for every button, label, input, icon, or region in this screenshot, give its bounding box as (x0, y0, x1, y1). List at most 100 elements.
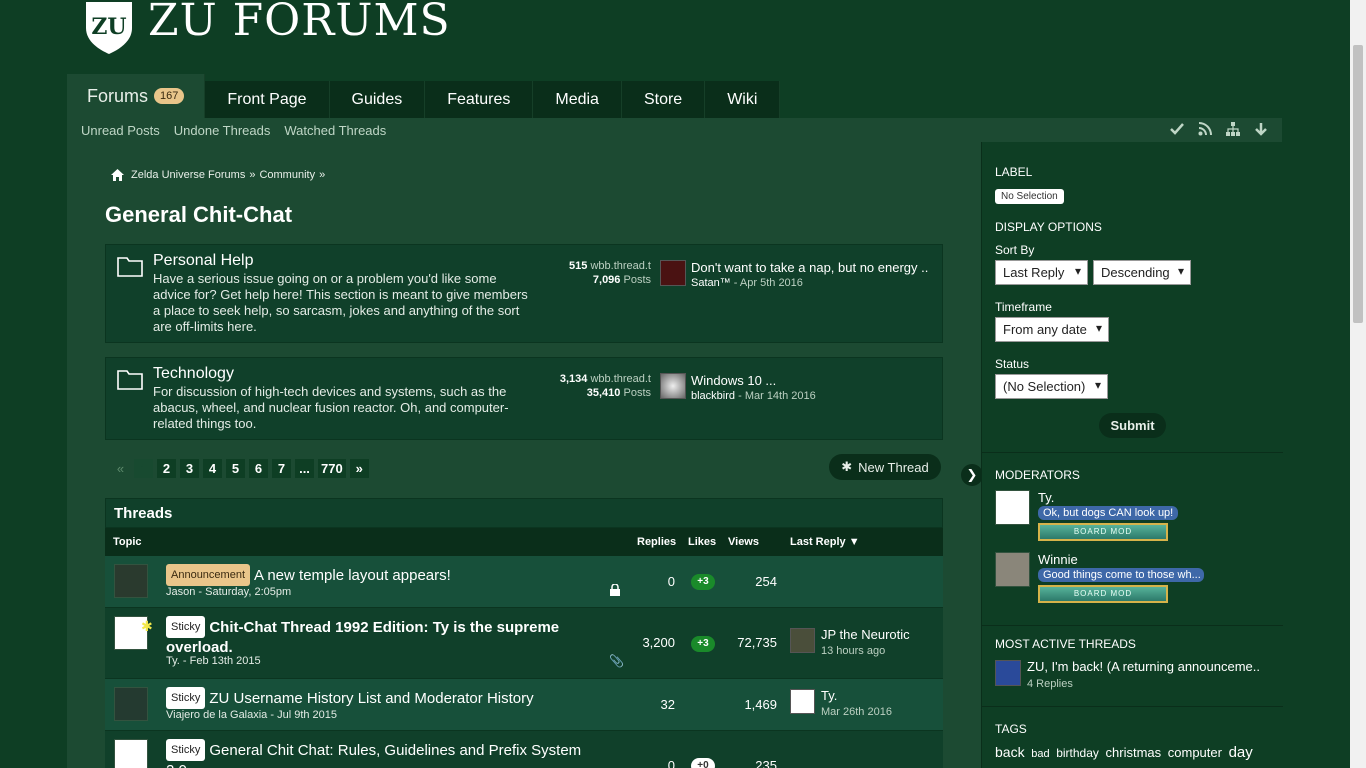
rss-icon[interactable] (1198, 122, 1212, 136)
submit-button[interactable]: Submit (1099, 413, 1166, 438)
page-link[interactable]: 6 (249, 459, 268, 478)
check-icon[interactable] (1170, 122, 1184, 136)
tab-media[interactable]: Media (533, 81, 622, 118)
active-thread-title[interactable]: ZU, I'm back! (A returning announceme.. (1027, 659, 1272, 674)
col-last-reply[interactable]: Last Reply ▼ (790, 536, 860, 548)
collapse-sidebar-chevron-icon[interactable]: ❯ (961, 464, 983, 486)
col-topic[interactable]: Topic (113, 536, 142, 548)
tab-forums[interactable]: Forums 167 (67, 74, 206, 118)
undone-threads-link[interactable]: Undone Threads (174, 123, 271, 138)
reply-count: 0 (667, 758, 675, 768)
tag-link[interactable]: back (995, 744, 1025, 760)
page-link[interactable]: 3 (180, 459, 199, 478)
avatar[interactable] (114, 687, 148, 721)
last-reply-avatar[interactable] (790, 628, 815, 653)
breadcrumb-separator: » (319, 169, 326, 181)
table-row[interactable]: Sticky ZU Username History List and Moder… (105, 679, 943, 731)
last-post-avatar[interactable] (660, 260, 686, 286)
avatar[interactable] (995, 552, 1030, 587)
breadcrumb-community[interactable]: Community (259, 169, 315, 181)
sort-order-select[interactable]: Descending (1093, 260, 1191, 285)
prefix-badge: Sticky (166, 687, 206, 709)
table-row[interactable]: Sticky General Chit Chat: Rules, Guidelin… (105, 731, 943, 768)
tag-link[interactable]: birthday (1056, 746, 1099, 760)
tab-store[interactable]: Store (621, 81, 706, 118)
tab-guides[interactable]: Guides (329, 81, 426, 118)
subforum-description: For discussion of high-tech devices and … (153, 384, 509, 431)
watched-threads-link[interactable]: Watched Threads (284, 123, 386, 138)
divider (982, 625, 1283, 626)
page-link[interactable]: 7 (272, 459, 291, 478)
thread-title[interactable]: ZU Username History List and Moderator H… (209, 690, 533, 707)
last-post-title[interactable]: Windows 10 ... (691, 373, 941, 388)
sitemap-icon[interactable] (1226, 122, 1240, 136)
subforum-name[interactable]: Technology (153, 365, 234, 383)
thread-title[interactable]: Chit-Chat Thread 1992 Edition: Ty is the… (166, 619, 559, 656)
status-select[interactable]: (No Selection) (995, 374, 1108, 399)
page-link[interactable]: 5 (226, 459, 245, 478)
tab-wiki[interactable]: Wiki (705, 81, 781, 118)
tab-front-page[interactable]: Front Page (205, 81, 330, 118)
page-link[interactable]: 2 (157, 459, 176, 478)
tag-link[interactable]: bad (1031, 748, 1049, 760)
moderator-name[interactable]: Ty. (1038, 490, 1054, 505)
avatar[interactable] (995, 490, 1030, 525)
last-post-avatar[interactable] (660, 373, 686, 399)
breadcrumb-zelda-universe-forums[interactable]: Zelda Universe Forums (131, 169, 245, 181)
arrow-down-icon[interactable] (1254, 122, 1268, 136)
last-post-title[interactable]: Don't want to take a nap, but no energy … (691, 260, 941, 275)
site-logo[interactable]: ZU ZU FORUMS (82, 0, 451, 56)
label-selection[interactable]: No Selection (995, 189, 1064, 204)
tab-features[interactable]: Features (425, 81, 534, 118)
like-badge: +3 (691, 636, 715, 652)
page-last[interactable]: 770 (318, 459, 346, 478)
col-likes[interactable]: Likes (688, 536, 716, 548)
page-link[interactable]: 4 (203, 459, 222, 478)
table-row[interactable]: ✱ Sticky Chit-Chat Thread 1992 Edition: T… (105, 608, 943, 679)
last-reply-user[interactable]: JP the Neurotic (821, 627, 910, 642)
subforum-description: Have a serious issue going on or a probl… (153, 271, 528, 334)
new-star-icon: ✱ (141, 618, 153, 634)
avatar[interactable] (114, 739, 148, 768)
thread-meta: Jason - Saturday, 2:05pm (166, 586, 292, 598)
page-next[interactable]: » (349, 459, 369, 478)
page-prev[interactable]: « (111, 459, 130, 478)
like-badge: +3 (691, 574, 715, 590)
divider (982, 452, 1283, 453)
new-thread-button[interactable]: ✱ New Thread (829, 454, 941, 480)
last-reply-user[interactable]: Ty. (821, 688, 837, 703)
col-views[interactable]: Views (728, 536, 759, 548)
home-icon[interactable] (111, 169, 124, 181)
tag-link[interactable]: christmas (1106, 745, 1162, 760)
tag-link[interactable]: day (1229, 744, 1253, 761)
table-row[interactable]: Announcement A new temple layout appears!… (105, 556, 943, 608)
unread-posts-link[interactable]: Unread Posts (81, 123, 160, 138)
thread-title[interactable]: General Chit Chat: Rules, Guidelines and… (166, 742, 581, 768)
subforum-stats: 3,134 wbb.thread.t 35,410 Posts (559, 373, 651, 399)
sort-by-select[interactable]: Last Reply (995, 260, 1088, 285)
last-post-meta: Satan™ - Apr 5th 2016 (691, 277, 803, 289)
pagination: « 1 2 3 4 5 6 7 ... 770 » (111, 459, 369, 478)
tag-link[interactable]: computer (1168, 745, 1222, 760)
thread-list-header: Threads (105, 498, 943, 528)
page-scrollbar[interactable] (1350, 0, 1366, 768)
moderators-heading: MODERATORS (995, 468, 1080, 482)
label-heading: LABEL (995, 165, 1033, 179)
thread-list: Threads Topic Replies Likes Views Last R… (105, 498, 943, 768)
subforum-name[interactable]: Personal Help (153, 252, 254, 270)
timeframe-select[interactable]: From any date (995, 317, 1109, 342)
subforum-personal-help: Personal Help Have a serious issue going… (105, 244, 943, 343)
thread-meta: Viajero de la Galaxia - Jul 9th 2015 (166, 709, 338, 721)
last-reply-avatar[interactable] (790, 689, 815, 714)
last-reply-date: 13 hours ago (821, 645, 886, 657)
active-thread-avatar[interactable] (995, 660, 1021, 686)
avatar[interactable] (114, 564, 148, 598)
tag-cloud: back bad birthday christmas computer day (995, 744, 1256, 761)
col-replies[interactable]: Replies (637, 536, 676, 548)
scrollbar-thumb[interactable] (1353, 45, 1363, 323)
tab-forums-label: Forums (87, 85, 149, 106)
moderator-name[interactable]: Winnie (1038, 552, 1078, 567)
folder-icon (117, 257, 143, 277)
page-ellipsis[interactable]: ... (295, 459, 314, 478)
thread-title[interactable]: A new temple layout appears! (254, 567, 451, 584)
